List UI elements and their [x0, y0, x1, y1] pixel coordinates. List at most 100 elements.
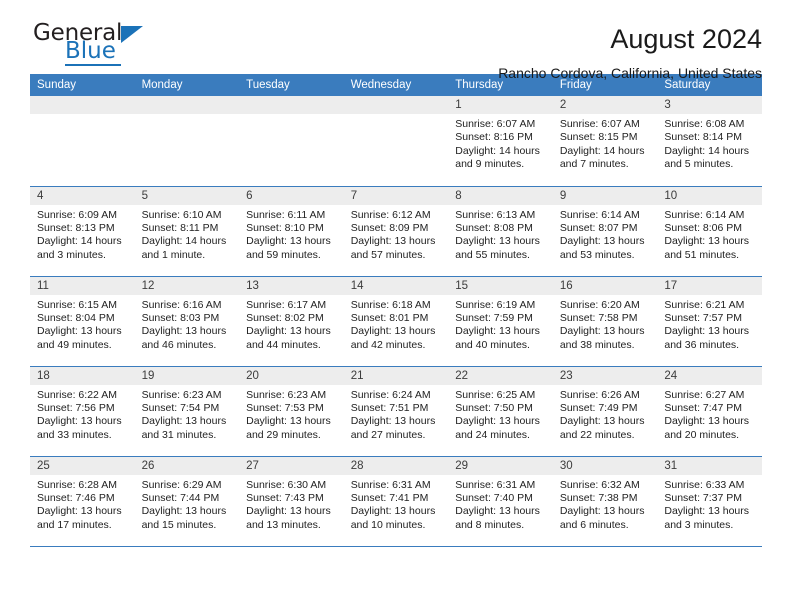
day-sun-info-line: Sunrise: 6:20 AM [559, 298, 640, 311]
page-title: August 2024 [610, 24, 762, 54]
calendar-day-cell[interactable]: 25 Sunrise: 6:28 AM Sunset: 7:46 PM Dayligh… [30, 456, 135, 547]
day-sun-info-line: Sunset: 8:04 PM [37, 311, 115, 324]
day-cell-empty [134, 96, 240, 185]
day-sun-info-line: Sunrise: 6:08 AM [664, 118, 745, 130]
day-sun-info: Sunrise: 6:08 AM Sunset: 8:14 PM Daylight:… [657, 114, 762, 172]
day-number: 21 [343, 366, 449, 385]
calendar-day-cell[interactable]: 1 Sunrise: 6:07 AM Sunset: 8:16 PM Daylight… [448, 96, 553, 187]
day-sun-info: Sunrise: 6:14 AM Sunset: 8:06 PM Daylight:… [657, 205, 762, 263]
day-cell-content: 26 Sunrise: 6:29 AM Sunset: 7:44 PM Dayligh… [134, 456, 240, 546]
calendar-day-cell[interactable]: 11 Sunrise: 6:15 AM Sunset: 8:04 PM Dayligh… [30, 276, 135, 367]
day-sun-info-line: and 17 minutes. [37, 518, 112, 531]
calendar-day-cell[interactable]: 23 Sunrise: 6:26 AM Sunset: 7:49 PM Dayligh… [552, 366, 658, 457]
calendar-day-cell[interactable]: 8 Sunrise: 6:13 AM Sunset: 8:08 PM Daylight… [448, 186, 553, 277]
title-block: August 2024 Rancho Cordova, California, … [498, 22, 762, 84]
calendar-day-cell[interactable]: 13 Sunrise: 6:17 AM Sunset: 8:02 PM Dayligh… [239, 276, 344, 367]
day-sun-info-line: Daylight: 13 hours [37, 415, 122, 428]
brand-logo[interactable]: General Blue [30, 22, 144, 66]
day-sun-info: Sunrise: 6:19 AM Sunset: 7:59 PM Daylight:… [448, 295, 553, 353]
calendar-day-cell[interactable]: 18 Sunrise: 6:22 AM Sunset: 7:56 PM Dayligh… [30, 366, 135, 457]
calendar-day-cell[interactable]: 28 Sunrise: 6:31 AM Sunset: 7:41 PM Dayligh… [343, 456, 449, 547]
day-sun-info-line: Sunset: 8:07 PM [559, 221, 638, 234]
day-sun-info-line: Sunrise: 6:26 AM [559, 388, 640, 401]
calendar-day-cell[interactable]: 19 Sunrise: 6:23 AM Sunset: 7:54 PM Dayligh… [134, 366, 240, 457]
calendar-day-cell[interactable]: 6 Sunrise: 6:11 AM Sunset: 8:10 PM Daylight… [239, 186, 344, 277]
day-sun-info-line: Sunset: 7:56 PM [37, 401, 115, 414]
day-sun-info-line: Daylight: 14 hours [664, 144, 750, 157]
calendar-day-cell[interactable]: 31 Sunrise: 6:33 AM Sunset: 7:37 PM Dayligh… [657, 456, 762, 547]
day-sun-info-line: and 59 minutes. [246, 248, 321, 261]
day-cell-content: 24 Sunrise: 6:27 AM Sunset: 7:47 PM Dayligh… [657, 366, 762, 456]
day-sun-info-line: Daylight: 13 hours [559, 325, 645, 338]
day-cell-content: 21 Sunrise: 6:24 AM Sunset: 7:51 PM Dayligh… [343, 366, 449, 456]
day-sun-info-line: Sunrise: 6:33 AM [664, 478, 745, 491]
day-sun-info-line: Sunset: 7:53 PM [246, 401, 324, 414]
calendar-day-cell[interactable] [134, 96, 240, 187]
day-sun-info-line: Sunrise: 6:24 AM [350, 388, 431, 401]
day-sun-info-line: Sunset: 7:43 PM [246, 491, 324, 504]
calendar-day-cell[interactable]: 21 Sunrise: 6:24 AM Sunset: 7:51 PM Dayligh… [343, 366, 449, 457]
calendar-day-cell[interactable]: 29 Sunrise: 6:31 AM Sunset: 7:40 PM Dayligh… [448, 456, 553, 547]
day-sun-info-line: Sunset: 7:41 PM [350, 491, 429, 504]
calendar-day-cell[interactable]: 27 Sunrise: 6:30 AM Sunset: 7:43 PM Dayligh… [239, 456, 344, 547]
day-number: 20 [239, 366, 344, 385]
calendar-day-cell[interactable]: 26 Sunrise: 6:29 AM Sunset: 7:44 PM Dayligh… [134, 456, 240, 547]
calendar-day-cell[interactable]: 3 Sunrise: 6:08 AM Sunset: 8:14 PM Daylight… [657, 96, 762, 187]
day-cell-content: 25 Sunrise: 6:28 AM Sunset: 7:46 PM Dayligh… [30, 456, 135, 546]
day-sun-info-line: and 29 minutes. [246, 428, 321, 441]
day-sun-info-line: Daylight: 14 hours [559, 144, 645, 157]
day-cell-content: 28 Sunrise: 6:31 AM Sunset: 7:41 PM Dayligh… [343, 456, 449, 546]
calendar-day-cell[interactable] [343, 96, 449, 187]
day-sun-info: Sunrise: 6:26 AM Sunset: 7:49 PM Daylight:… [553, 385, 658, 443]
day-sun-info-line: and 10 minutes. [350, 518, 426, 531]
calendar-day-cell[interactable]: 5 Sunrise: 6:10 AM Sunset: 8:11 PM Daylight… [134, 186, 240, 277]
day-sun-info-line: Daylight: 13 hours [246, 325, 331, 338]
day-sun-info-line: Sunset: 7:46 PM [37, 491, 115, 504]
day-sun-info-line: Daylight: 13 hours [141, 415, 227, 428]
calendar-day-cell[interactable]: 20 Sunrise: 6:23 AM Sunset: 7:53 PM Dayligh… [239, 366, 344, 457]
day-sun-info: Sunrise: 6:14 AM Sunset: 8:07 PM Daylight:… [553, 205, 658, 263]
calendar-day-cell[interactable]: 15 Sunrise: 6:19 AM Sunset: 7:59 PM Dayligh… [448, 276, 553, 367]
day-cell-content: 4 Sunrise: 6:09 AM Sunset: 8:13 PM Daylight… [30, 186, 135, 276]
day-sun-info-line: Daylight: 13 hours [141, 505, 227, 518]
day-sun-info-line: Daylight: 14 hours [141, 235, 227, 248]
day-number: 23 [552, 366, 658, 385]
calendar-day-cell[interactable]: 9 Sunrise: 6:14 AM Sunset: 8:07 PM Daylight… [552, 186, 658, 277]
calendar-day-cell[interactable]: 17 Sunrise: 6:21 AM Sunset: 7:57 PM Dayligh… [657, 276, 762, 367]
calendar-day-cell[interactable]: 12 Sunrise: 6:16 AM Sunset: 8:03 PM Dayligh… [134, 276, 240, 367]
day-sun-info: Sunrise: 6:13 AM Sunset: 8:08 PM Daylight:… [448, 205, 553, 263]
day-sun-info-line: and 3 minutes. [664, 518, 734, 531]
calendar-day-cell[interactable]: 10 Sunrise: 6:14 AM Sunset: 8:06 PM Dayligh… [657, 186, 762, 277]
day-number: 10 [657, 186, 762, 205]
day-sun-info-line: Daylight: 13 hours [455, 235, 540, 248]
calendar-week-row: 11 Sunrise: 6:15 AM Sunset: 8:04 PM Dayligh… [30, 276, 762, 367]
day-sun-info [239, 114, 344, 118]
day-sun-info-line: Sunrise: 6:12 AM [350, 208, 431, 221]
day-cell-content: 6 Sunrise: 6:11 AM Sunset: 8:10 PM Daylight… [239, 186, 344, 276]
day-cell-content: 23 Sunrise: 6:26 AM Sunset: 7:49 PM Dayligh… [552, 366, 658, 456]
weekday-header-sunday: Sunday [30, 74, 135, 96]
calendar-day-cell[interactable] [30, 96, 135, 187]
day-sun-info-line: and 40 minutes. [455, 338, 530, 351]
calendar-day-cell[interactable]: 14 Sunrise: 6:18 AM Sunset: 8:01 PM Dayligh… [343, 276, 449, 367]
day-sun-info-line: Sunrise: 6:21 AM [664, 298, 745, 311]
calendar-day-cell[interactable] [239, 96, 344, 187]
day-cell-empty [343, 96, 449, 185]
calendar-day-cell[interactable]: 24 Sunrise: 6:27 AM Sunset: 7:47 PM Dayligh… [657, 366, 762, 457]
calendar-day-cell[interactable]: 22 Sunrise: 6:25 AM Sunset: 7:50 PM Dayligh… [448, 366, 553, 457]
calendar-day-cell[interactable]: 2 Sunrise: 6:07 AM Sunset: 8:15 PM Daylight… [552, 96, 658, 187]
day-sun-info-line: Daylight: 13 hours [37, 325, 122, 338]
calendar-day-cell[interactable]: 16 Sunrise: 6:20 AM Sunset: 7:58 PM Dayligh… [552, 276, 658, 367]
calendar-day-cell[interactable]: 4 Sunrise: 6:09 AM Sunset: 8:13 PM Daylight… [30, 186, 135, 277]
day-sun-info-line: and 46 minutes. [141, 338, 217, 351]
day-sun-info-line: Sunrise: 6:13 AM [455, 208, 536, 221]
calendar-day-cell[interactable]: 30 Sunrise: 6:32 AM Sunset: 7:38 PM Dayligh… [552, 456, 658, 547]
day-number: 30 [552, 456, 658, 475]
day-sun-info-line: and 55 minutes. [455, 248, 530, 261]
page-header: General Blue August 2024 Rancho Cordova,… [30, 0, 762, 82]
day-sun-info: Sunrise: 6:07 AM Sunset: 8:15 PM Daylight:… [553, 114, 658, 172]
day-number [343, 96, 449, 114]
day-cell-content: 10 Sunrise: 6:14 AM Sunset: 8:06 PM Dayligh… [657, 186, 762, 276]
day-cell-content: 29 Sunrise: 6:31 AM Sunset: 7:40 PM Dayligh… [448, 456, 553, 546]
calendar-day-cell[interactable]: 7 Sunrise: 6:12 AM Sunset: 8:09 PM Daylight… [343, 186, 449, 277]
